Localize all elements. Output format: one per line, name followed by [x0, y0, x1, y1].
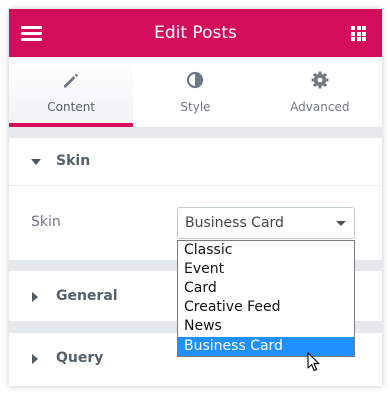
skin-select[interactable]: Business Card: [177, 207, 355, 239]
half-circle-contrast-icon: [187, 71, 204, 89]
tab-style-label: Style: [180, 100, 211, 114]
skin-section-title: Skin: [56, 153, 91, 169]
divider: [9, 185, 382, 186]
skin-field-label: Skin: [31, 214, 61, 230]
panel-header: Edit Posts: [9, 9, 382, 57]
dropdown-option-selected[interactable]: Business Card: [178, 337, 354, 356]
caret-down-icon: [31, 159, 41, 165]
dropdown-option[interactable]: Classic: [178, 241, 354, 260]
tab-advanced-label: Advanced: [290, 100, 350, 114]
skin-dropdown-list: Classic Event Card Creative Feed News Bu…: [177, 240, 355, 357]
gear-icon: [311, 71, 329, 89]
caret-right-icon: [32, 292, 38, 302]
chevron-down-icon: [336, 221, 346, 226]
panel-title: Edit Posts: [154, 23, 237, 43]
query-section-title: Query: [56, 350, 104, 366]
skin-select-value: Business Card: [185, 215, 284, 231]
dropdown-option[interactable]: Creative Feed: [178, 298, 354, 317]
editor-panel: Edit Posts Content Style Advanced Skin G…: [9, 9, 382, 386]
dropdown-option[interactable]: Event: [178, 260, 354, 279]
tab-advanced[interactable]: Advanced: [258, 57, 382, 127]
skin-section-header[interactable]: Skin: [9, 138, 382, 184]
dropdown-option[interactable]: Card: [178, 279, 354, 298]
mouse-pointer-icon: [307, 352, 320, 372]
tab-content[interactable]: Content: [9, 57, 134, 127]
dropdown-option[interactable]: News: [178, 317, 354, 336]
tab-style[interactable]: Style: [133, 57, 257, 127]
panel-tabs: Content Style Advanced: [9, 57, 382, 127]
grid-apps-icon[interactable]: [351, 26, 366, 41]
general-section-title: General: [56, 288, 118, 304]
pencil-icon: [64, 73, 79, 88]
caret-right-icon: [32, 354, 38, 364]
tab-content-label: Content: [47, 100, 96, 114]
